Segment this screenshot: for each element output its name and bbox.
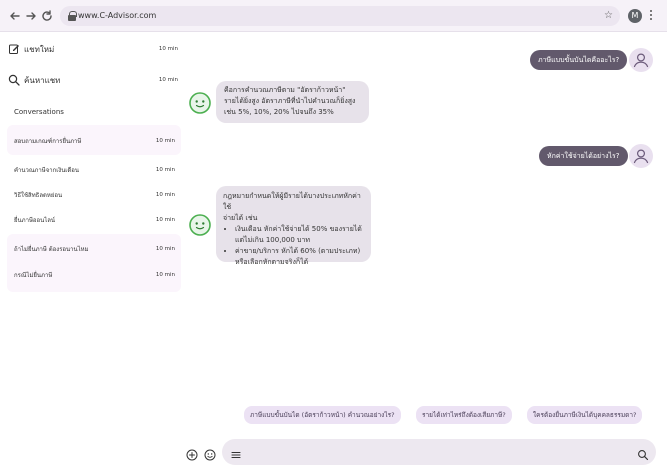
conversation-time: 10 min [155, 246, 175, 252]
conversation-title: กรณีไม่ยื่นภาษี [14, 272, 53, 279]
edit-icon [9, 44, 19, 54]
conversation-time: 10 min [155, 192, 175, 198]
conversation-item[interactable]: วิธีใช้สิทธิลดหย่อน 10 min [14, 188, 175, 202]
robot-icon [189, 92, 211, 114]
search-chat-time: 10 min [158, 77, 178, 83]
bot-message-line: เช่น 5%, 10%, 20% ไปจนถึง 35% [224, 108, 334, 116]
suggestion-chip[interactable]: รายได้เท่าไหร่ถึงต้องเสียภาษี? [416, 406, 512, 424]
new-chat-time: 10 min [158, 46, 178, 52]
bot-message-bullet: ค่าขาย/บริการ หักได้ 60% (ตามประเภท) หรื… [235, 246, 364, 268]
conversation-title: วิธีใช้สิทธิลดหย่อน [14, 192, 63, 199]
url-text: www.C-Advisor.com [78, 11, 157, 20]
search-icon [8, 74, 20, 86]
bot-avatar [188, 213, 212, 237]
search-chat-label: ค้นหาแชท [24, 75, 61, 85]
user-message: ภาษีแบบขั้นบันไดคืออะไร? [530, 50, 628, 70]
browser-toolbar: www.C-Advisor.com ☆ M [0, 0, 667, 32]
reload-icon[interactable] [40, 9, 54, 23]
new-chat-label: แชทใหม่ [24, 44, 55, 54]
plus-circle-icon[interactable] [186, 446, 198, 461]
bookmark-star-icon[interactable]: ☆ [604, 9, 613, 23]
user-avatar [629, 144, 653, 168]
bot-message: กฎหมายกำหนดให้ผู้มีรายได้บางประเภทหักค่า… [216, 186, 371, 266]
smile-icon[interactable] [204, 446, 216, 461]
bot-message-line: จ่ายได้ เช่น [223, 214, 258, 222]
conversation-item[interactable]: คำนวณภาษีจากเงินเดือน 10 min [14, 163, 175, 177]
address-bar[interactable]: www.C-Advisor.com ☆ [60, 6, 620, 26]
conversation-title: ถ้าไม่ยื่นภาษี ต้องรอนานไหม [14, 246, 89, 253]
conversation-time: 10 min [155, 167, 175, 173]
bot-message-line: แต่ไม่เกิน 100,000 บาท [235, 236, 310, 244]
profile-avatar[interactable]: M [628, 9, 642, 23]
suggestion-chip[interactable]: ภาษีแบบขั้นบันได (อัตราก้าวหน้า) คำนวณอย… [244, 406, 401, 424]
bot-message-line: ค่าขาย/บริการ หักได้ 60% (ตามประเภท) [235, 247, 361, 255]
suggestion-chip[interactable]: ใครต้องยื่นภาษีเงินได้บุคคลธรรมดา? [527, 406, 643, 424]
lock-icon [68, 11, 77, 21]
person-icon [633, 149, 649, 164]
conversation-title: สอบถามเกณฑ์การยื่นภาษี [14, 138, 82, 145]
conversation-item[interactable]: ยื่นภาษีออนไลน์ 10 min [14, 213, 175, 227]
conversation-item[interactable]: ถ้าไม่ยื่นภาษี ต้องรอนานไหม 10 min [14, 242, 175, 256]
sidebar: แชทใหม่ 10 min ค้นหาแชท 10 min Conversat… [0, 32, 183, 476]
bot-message-line: เงินเดือน หักค่าใช้จ่ายได้ 50% ของรายได้ [235, 225, 362, 233]
conversation-time: 10 min [155, 138, 175, 144]
back-arrow-icon[interactable] [8, 9, 22, 23]
conversations-heading: Conversations [14, 108, 64, 116]
message-input[interactable] [222, 439, 656, 465]
conversation-item[interactable]: สอบถามเกณฑ์การยื่นภาษี 10 min [14, 134, 175, 148]
bot-message-line: คือการคำนวณภาษีตาม "อัตราก้าวหน้า" [224, 86, 346, 94]
robot-icon [189, 214, 211, 236]
search-icon[interactable] [637, 446, 649, 461]
conversation-title: คำนวณภาษีจากเงินเดือน [14, 167, 79, 174]
conversation-item[interactable]: กรณีไม่ยื่นภาษี 10 min [14, 268, 175, 282]
conversation-time: 10 min [155, 272, 175, 278]
bot-message: คือการคำนวณภาษีตาม "อัตราก้าวหน้า" รายได… [216, 81, 369, 123]
bot-message-line: หรือเลือกหักตามจริงก็ได้ [235, 258, 309, 266]
menu-icon[interactable] [230, 446, 242, 459]
browser-menu-icon[interactable] [648, 8, 654, 24]
user-avatar [629, 48, 653, 72]
forward-arrow-icon[interactable] [24, 9, 38, 23]
new-chat-button[interactable]: แชทใหม่ 10 min [8, 38, 178, 60]
bot-message-bullet: เงินเดือน หักค่าใช้จ่ายได้ 50% ของรายได้… [235, 224, 364, 246]
conversation-time: 10 min [155, 217, 175, 223]
conversation-title: ยื่นภาษีออนไลน์ [14, 217, 56, 224]
bot-message-line: รายได้ยิ่งสูง อัตราภาษีที่นำไปคำนวณก็ยิ่… [224, 97, 356, 105]
search-chat-button[interactable]: ค้นหาแชท 10 min [8, 69, 178, 91]
bot-message-line: กฎหมายกำหนดให้ผู้มีรายได้บางประเภทหักค่า… [223, 192, 361, 211]
person-icon [633, 53, 649, 68]
user-message: หักค่าใช้จ่ายได้อย่างไร? [539, 146, 628, 166]
bot-avatar [188, 91, 212, 115]
bot-message-list: เงินเดือน หักค่าใช้จ่ายได้ 50% ของรายได้… [223, 224, 364, 268]
